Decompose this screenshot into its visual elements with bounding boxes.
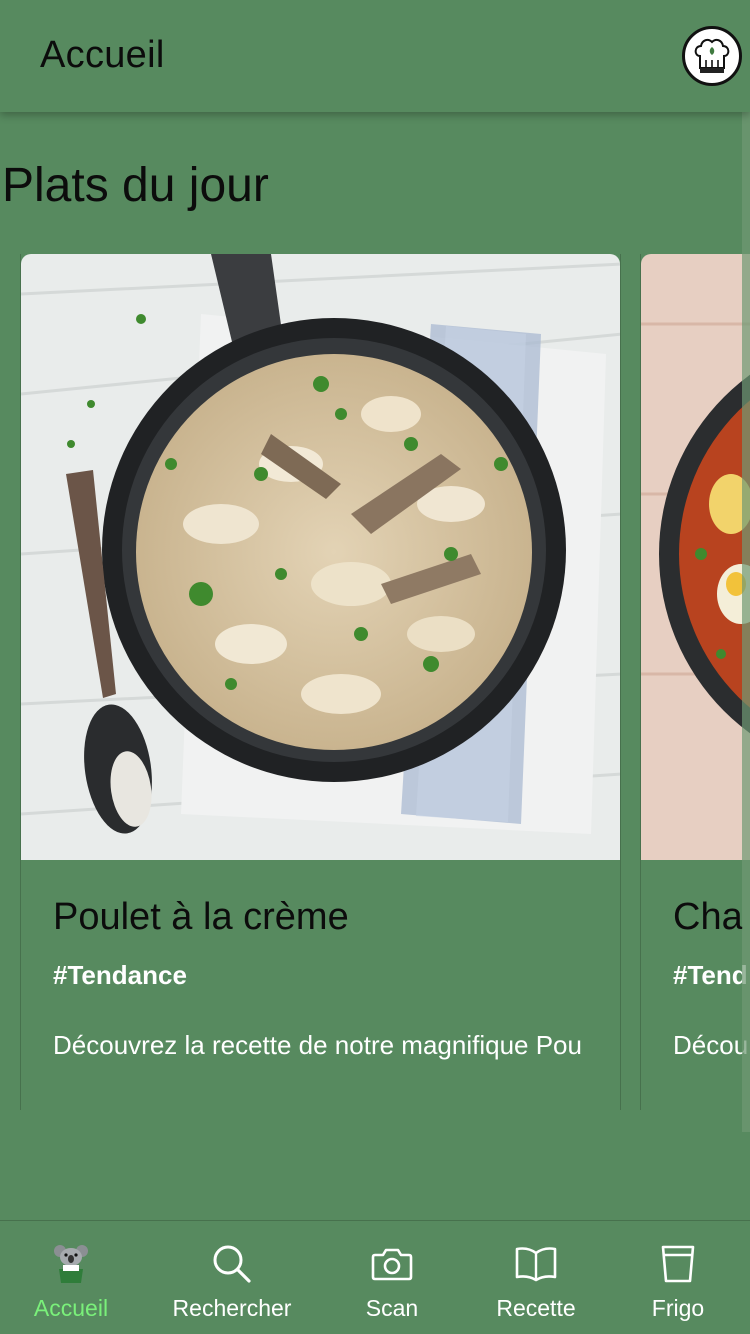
chef-hat-icon xyxy=(694,38,730,73)
tab-label: Recette xyxy=(496,1295,576,1321)
cup-icon xyxy=(661,1245,695,1283)
tab-label: Scan xyxy=(365,1295,419,1321)
book-icon xyxy=(515,1247,557,1282)
recipe-card[interactable]: Poulet à la crème #Tendance Découvrez la… xyxy=(20,254,621,1110)
search-icon xyxy=(213,1245,251,1283)
chef-koala-icon xyxy=(54,1245,88,1283)
tab-frigo[interactable]: Frigo xyxy=(628,1221,728,1334)
recipe-description: Découvrez la recette de notre magnifique… xyxy=(53,1030,582,1060)
tab-recette[interactable]: Recette xyxy=(476,1221,596,1334)
recipe-title: Cha xyxy=(673,896,743,938)
tab-scan[interactable]: Scan xyxy=(342,1221,442,1334)
recipe-tag: #Tendance xyxy=(53,960,187,990)
recipe-title: Poulet à la crème xyxy=(53,896,349,938)
recipe-image xyxy=(641,254,750,860)
tab-label: Rechercher xyxy=(172,1295,292,1321)
tab-rechercher[interactable]: Rechercher xyxy=(162,1221,302,1334)
section-title: Plats du jour xyxy=(2,159,269,212)
top-app-bar: Accueil xyxy=(0,0,750,112)
scrollbar[interactable] xyxy=(742,112,750,1132)
recipe-description: Décou xyxy=(673,1030,749,1060)
recipe-image xyxy=(21,254,620,860)
recipe-tag: #Tend xyxy=(673,960,748,990)
page-title: Accueil xyxy=(40,34,165,76)
tab-label: Accueil xyxy=(33,1295,109,1321)
camera-icon xyxy=(371,1248,413,1281)
profile-button[interactable] xyxy=(682,26,742,86)
tab-label: Frigo xyxy=(651,1295,705,1321)
tab-accueil[interactable]: Accueil xyxy=(10,1221,132,1334)
bottom-tab-bar: Accueil Rechercher Scan Recette Frigo xyxy=(0,1220,750,1334)
recipe-card[interactable]: Cha #Tend Décou xyxy=(640,254,750,1110)
